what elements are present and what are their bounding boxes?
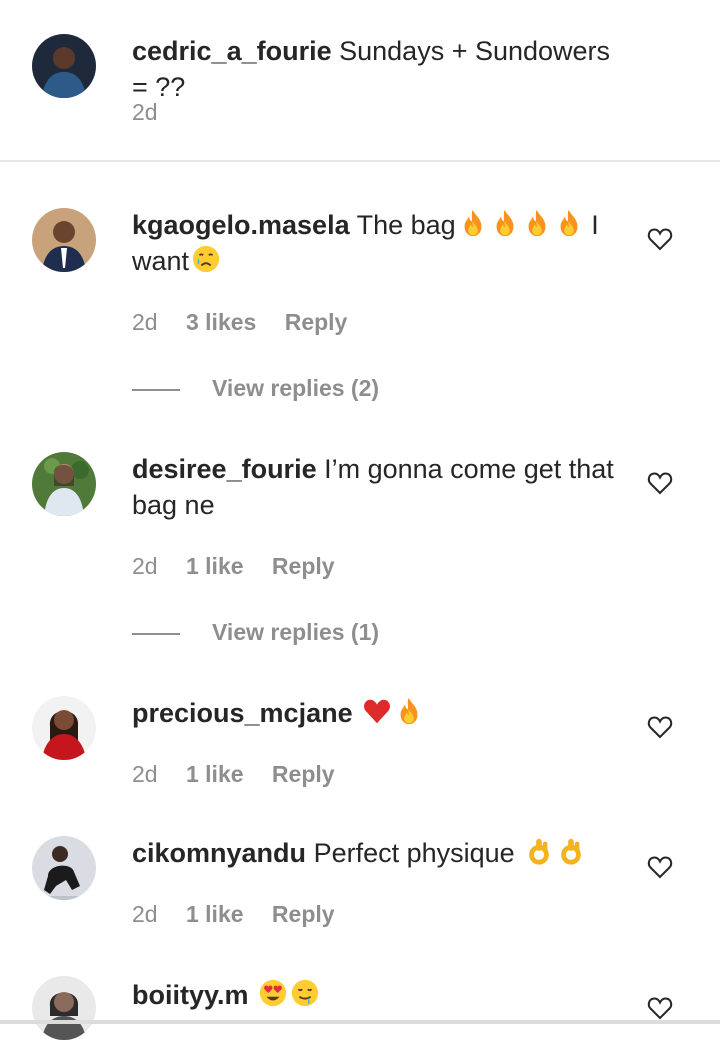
reply-button[interactable]: Reply	[272, 901, 335, 927]
timestamp: 2d	[132, 761, 158, 787]
comment-meta: 2d 3 likes Reply	[132, 307, 347, 337]
username[interactable]: cikomnyandu	[132, 838, 306, 868]
red-heart-icon	[362, 696, 392, 726]
reply-button[interactable]: Reply	[272, 553, 335, 579]
avatar[interactable]	[32, 976, 96, 1040]
username[interactable]: desiree_fourie	[132, 454, 317, 484]
caption-text: cedric_a_fourie Sundays + Sundowers = ??	[132, 33, 632, 105]
timestamp: 2d	[132, 99, 158, 125]
fire-icon	[490, 208, 520, 238]
comment-text: kgaogelo.masela The bag I want	[132, 207, 632, 279]
avatar[interactable]	[32, 452, 96, 516]
view-replies-label: View replies (2)	[212, 375, 380, 401]
view-replies-label: View replies (1)	[212, 619, 380, 645]
avatar[interactable]	[32, 836, 96, 900]
comment-body: Perfect physique	[313, 838, 515, 868]
fire-icon	[554, 208, 584, 238]
comment-text: precious_mcjane	[132, 695, 632, 731]
timestamp: 2d	[132, 553, 158, 579]
timestamp: 2d	[132, 309, 158, 335]
likes-count[interactable]: 3 likes	[186, 309, 256, 335]
username[interactable]: boiityy.m	[132, 980, 249, 1010]
reply-button[interactable]: Reply	[285, 309, 348, 335]
replies-divider	[132, 388, 180, 391]
crying-face-icon	[191, 244, 221, 274]
view-replies-button[interactable]: View replies (1)	[132, 617, 379, 647]
comment-meta: 2d 1 like Reply	[132, 551, 335, 581]
username[interactable]: cedric_a_fourie	[132, 36, 332, 66]
comment-meta: 2d 1 like Reply	[132, 899, 335, 929]
post-caption: cedric_a_fourie Sundays + Sundowers = ??…	[0, 0, 720, 160]
replies-divider	[132, 632, 180, 635]
like-heart-icon[interactable]	[647, 227, 673, 251]
fire-icon	[458, 208, 488, 238]
bottom-edge	[0, 1020, 720, 1024]
comment-meta: 2d	[132, 97, 158, 127]
like-heart-icon[interactable]	[647, 996, 673, 1020]
comment-meta: 2d 1 like Reply	[132, 759, 335, 789]
ok-hand-icon	[556, 836, 586, 866]
comment-text: desiree_fourie I’m gonna come get that b…	[132, 451, 632, 523]
avatar[interactable]	[32, 34, 96, 98]
reply-button[interactable]: Reply	[272, 761, 335, 787]
username[interactable]: kgaogelo.masela	[132, 210, 350, 240]
ok-hand-icon	[524, 836, 554, 866]
fire-icon	[394, 696, 424, 726]
fire-icon	[522, 208, 552, 238]
divider	[0, 160, 720, 162]
timestamp: 2d	[132, 901, 158, 927]
avatar[interactable]	[32, 696, 96, 760]
likes-count[interactable]: 1 like	[186, 553, 244, 579]
comment-text: boiityy.m	[132, 977, 632, 1013]
username[interactable]: precious_mcjane	[132, 698, 353, 728]
heart-eyes-icon	[258, 978, 288, 1008]
like-heart-icon[interactable]	[647, 471, 673, 495]
like-heart-icon[interactable]	[647, 855, 673, 879]
likes-count[interactable]: 1 like	[186, 761, 244, 787]
likes-count[interactable]: 1 like	[186, 901, 244, 927]
comment-body: The bag	[356, 210, 456, 240]
avatar[interactable]	[32, 208, 96, 272]
drooling-face-icon	[290, 978, 320, 1008]
like-heart-icon[interactable]	[647, 715, 673, 739]
view-replies-button[interactable]: View replies (2)	[132, 373, 379, 403]
comment-text: cikomnyandu Perfect physique	[132, 835, 632, 871]
